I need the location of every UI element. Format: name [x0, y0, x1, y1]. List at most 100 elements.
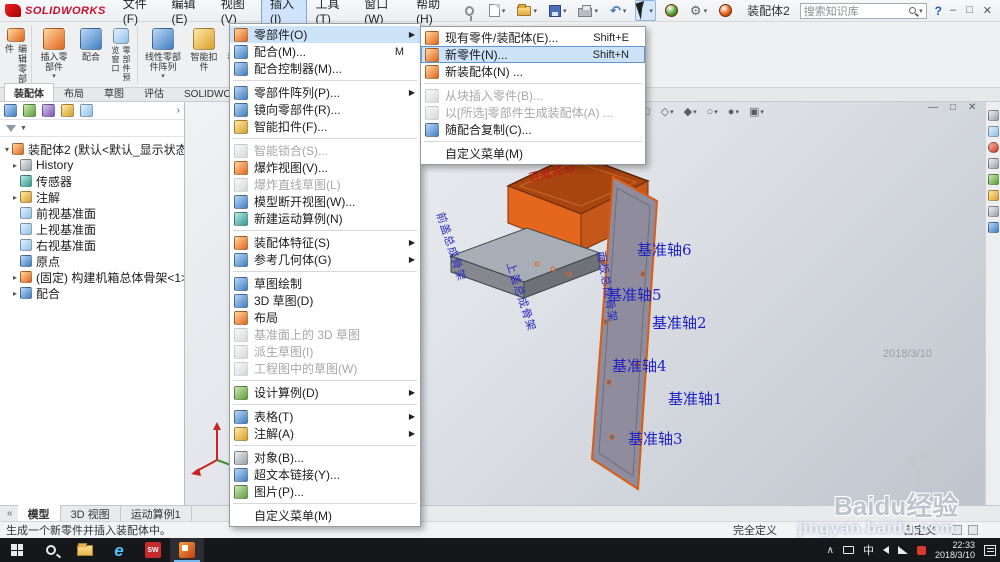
menu-item[interactable]: 爆炸直线草图(L) — [230, 176, 420, 193]
menu-item[interactable]: 模型断开视图(W)... — [230, 193, 420, 210]
help-button[interactable]: ? — [935, 4, 942, 18]
rebuild-button[interactable] — [662, 2, 681, 19]
menu-item[interactable]: 超文本链接(Y)... — [230, 466, 420, 483]
feature-tree-item[interactable]: ▸ 配合 — [0, 285, 184, 301]
document-tab[interactable]: 模型 — [17, 504, 61, 523]
commandmanager-tab[interactable]: 草图 — [94, 83, 134, 101]
baidu-tray-icon[interactable] — [916, 545, 926, 555]
taskbar-clock[interactable]: 22:33 2018/3/10 — [935, 540, 975, 560]
menu-item[interactable]: 自定义菜单(M) — [230, 507, 420, 524]
menu-item[interactable]: 从块插入零件(B)... — [421, 87, 645, 104]
new-document-button[interactable]: ▾ — [486, 2, 509, 19]
select-tool-button[interactable]: ▾ — [635, 0, 656, 21]
menu-item[interactable]: 以[所选]零部件生成装配体(A) ... — [421, 104, 645, 121]
feature-tree-item[interactable]: ▸ (固定) 构建机箱总体骨架<1> (默认< — [0, 269, 184, 285]
menu-item[interactable]: 表格(T) ▶ — [230, 408, 420, 425]
decals-icon[interactable] — [987, 174, 999, 185]
mate-button[interactable]: 配合 — [76, 25, 106, 85]
displaymanager-icon[interactable] — [80, 104, 93, 117]
ime-indicator[interactable]: 中 — [863, 542, 874, 558]
doc-restore-button[interactable]: □ — [950, 102, 956, 113]
menu-item[interactable]: 注解(A) ▶ — [230, 425, 420, 442]
menu-item[interactable]: 设计算例(D) ▶ — [230, 384, 420, 401]
restore-button[interactable]: □ — [966, 4, 973, 17]
menu-item[interactable]: 镜向零部件(R)... — [230, 101, 420, 118]
datum-axis-label[interactable]: 基准轴4 — [612, 355, 667, 376]
propertymanager-icon[interactable] — [23, 104, 36, 117]
edge-button[interactable]: e — [102, 538, 136, 562]
featuremanager-tree-icon[interactable] — [4, 104, 17, 117]
menu-item[interactable]: 3D 草图(D) — [230, 292, 420, 309]
open-button[interactable]: ▾ — [514, 3, 540, 18]
view-orientation-icon[interactable]: ◇ ▾ — [658, 104, 677, 119]
pin-menu-icon[interactable] — [464, 5, 474, 21]
datum-axis-label[interactable]: 基准轴2 — [652, 312, 707, 333]
commandmanager-tab[interactable]: 评估 — [134, 83, 174, 101]
status-icon[interactable] — [968, 525, 978, 535]
configurationmanager-icon[interactable] — [42, 104, 55, 117]
edit-component-group[interactable]: 编辑零部件 — [2, 25, 30, 85]
menu-item[interactable]: 零部件(O) ▶ — [230, 26, 420, 43]
search-dropdown-icon[interactable]: ▾ — [919, 7, 923, 15]
document-tab[interactable]: 运动算例1 — [121, 504, 192, 523]
menu-item[interactable]: 智能扣件(F)... — [230, 118, 420, 135]
feature-tree-item[interactable]: ▾ 装配体2 (默认<默认_显示状态-1>) — [0, 141, 184, 157]
close-button[interactable]: ✕ — [983, 4, 992, 17]
task-pane-icon[interactable] — [987, 110, 999, 121]
units-selector[interactable]: 自定义 — [903, 522, 936, 538]
scene-icon[interactable]: ▣ ▾ — [746, 104, 767, 119]
scene-icon[interactable] — [987, 158, 999, 169]
filter-icon[interactable] — [987, 222, 999, 233]
display-tray-icon[interactable] — [842, 546, 854, 554]
menu-item[interactable]: 布局 — [230, 309, 420, 326]
filter-dropdown-icon[interactable]: ▼ — [20, 125, 27, 132]
dimxpertmanager-icon[interactable] — [61, 104, 74, 117]
flyout-arrow-icon[interactable]: › — [177, 105, 180, 116]
menu-item[interactable]: 新零件(N)... Shift+N — [421, 46, 645, 63]
document-tab[interactable]: 3D 视图 — [61, 504, 121, 523]
design-library-icon[interactable] — [987, 126, 999, 137]
doc-minimize-button[interactable]: — — [928, 102, 938, 113]
tree-filter[interactable]: ▼ — [0, 120, 184, 137]
feature-tree-item[interactable]: 前视基准面 — [0, 205, 184, 221]
solidworks-launcher-button[interactable]: SW — [136, 538, 170, 562]
menu-item[interactable]: 配合(M)... M — [230, 43, 420, 60]
expand-arrow-icon[interactable]: ▸ — [10, 273, 20, 282]
menu-item[interactable]: 现有零件/装配体(E)... Shift+E — [421, 29, 645, 46]
feature-tree-item[interactable]: ▸ History — [0, 157, 184, 173]
menubar-item[interactable]: 编辑(E) — [162, 0, 211, 29]
menu-item[interactable]: 工程图中的草图(W) — [230, 360, 420, 377]
taskbar-search-button[interactable] — [34, 538, 68, 562]
commandmanager-tab[interactable]: 布局 — [54, 83, 94, 101]
lights-icon[interactable] — [987, 190, 999, 201]
smart-fasteners-button[interactable]: 智能扣 件 — [186, 25, 222, 85]
datum-axis-label[interactable]: 基准轴1 — [668, 388, 723, 409]
menu-item[interactable]: 派生草图(I) — [230, 343, 420, 360]
menu-item[interactable]: 图片(P)... — [230, 483, 420, 500]
undo-button[interactable]: ↶ ▾ — [607, 2, 629, 19]
feature-tree-item[interactable]: 上视基准面 — [0, 221, 184, 237]
appearance-icon[interactable]: ● ▾ — [725, 105, 742, 119]
doc-close-button[interactable]: ✕ — [968, 102, 976, 113]
tab-nav-arrows[interactable]: « — [2, 508, 18, 519]
menu-item[interactable]: 爆炸视图(V)... — [230, 159, 420, 176]
component-preview-button[interactable]: 零部件预览窗口 — [108, 25, 134, 85]
menu-item[interactable]: 零部件阵列(P)... ▶ — [230, 84, 420, 101]
file-explorer-button[interactable] — [68, 538, 102, 562]
menu-item[interactable]: 基准面上的 3D 草图 — [230, 326, 420, 343]
save-button[interactable]: ▾ — [546, 3, 570, 19]
menu-item[interactable]: 智能锁合(S)... — [230, 142, 420, 159]
menu-item[interactable]: 自定义菜单(M) — [421, 145, 645, 162]
feature-tree-item[interactable]: 传感器 — [0, 173, 184, 189]
menu-item[interactable]: 草图绘制 — [230, 275, 420, 292]
status-icon[interactable] — [952, 525, 962, 535]
print-button[interactable]: ▾ — [575, 3, 601, 19]
datum-axis-label[interactable]: 基准轴6 — [637, 239, 692, 260]
commandmanager-tab[interactable]: 装配体 — [4, 83, 54, 101]
menu-item[interactable]: 装配体特征(S) ▶ — [230, 234, 420, 251]
action-center-icon[interactable] — [984, 544, 996, 556]
feature-tree-item[interactable]: ▸ 注解 — [0, 189, 184, 205]
menu-item[interactable]: 配合控制器(M)... — [230, 60, 420, 77]
knowledge-search[interactable]: 搜索知识库 ▾ — [799, 2, 927, 19]
camera-icon[interactable] — [987, 206, 999, 217]
